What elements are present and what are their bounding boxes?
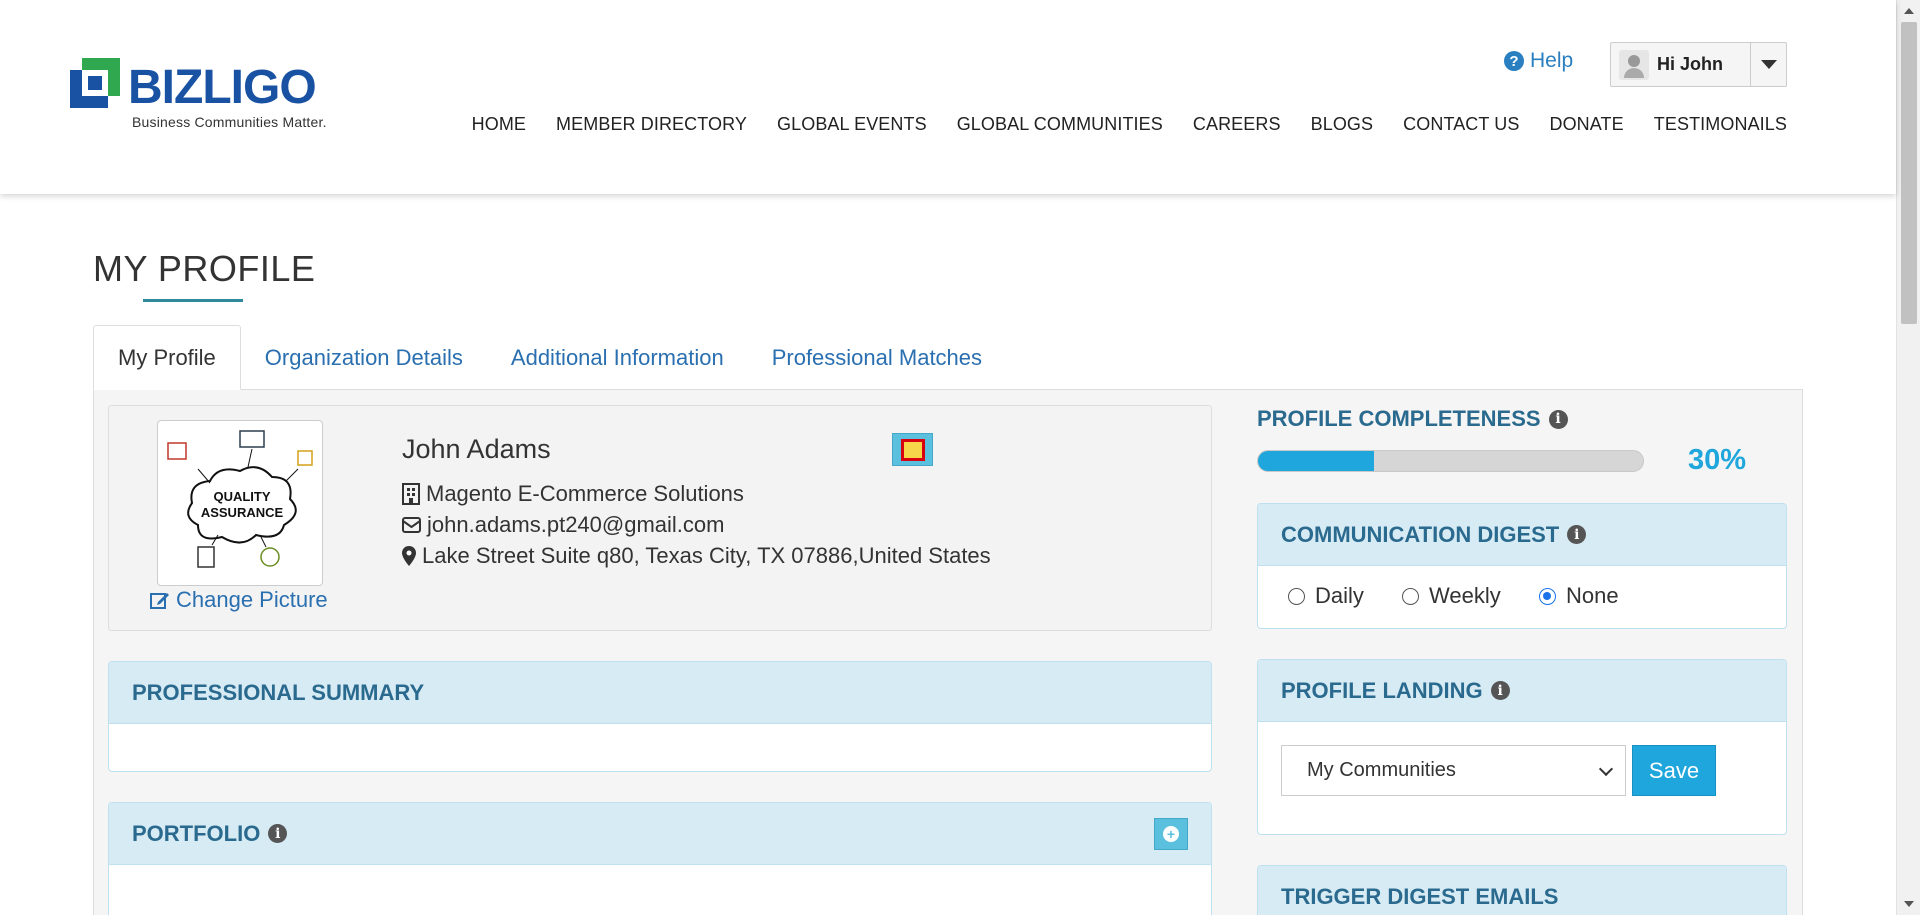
tab-my-profile[interactable]: My Profile <box>93 325 241 390</box>
digest-option-label: Daily <box>1315 583 1364 608</box>
picture-text-1: QUALITY <box>213 489 270 504</box>
radio-none[interactable] <box>1539 587 1556 605</box>
caret-down-icon <box>1760 60 1777 69</box>
nav-blogs[interactable]: BLOGS <box>1311 114 1374 135</box>
nav-contact-us[interactable]: CONTACT US <box>1403 114 1519 135</box>
edit-profile-button[interactable] <box>892 433 933 466</box>
nav-donate[interactable]: DONATE <box>1549 114 1623 135</box>
profile-landing-title: PROFILE LANDING <box>1281 677 1483 703</box>
nav-global-communities[interactable]: GLOBAL COMMUNITIES <box>957 114 1163 135</box>
site-header: BIZLIGO Business Communities Matter. ? H… <box>0 0 1896 194</box>
tab-organization-details[interactable]: Organization Details <box>241 325 487 390</box>
user-avatar <box>1619 49 1649 80</box>
user-menu-toggle[interactable] <box>1750 43 1786 86</box>
portfolio-heading: PORTFOLIO i <box>109 803 1211 865</box>
profile-completeness-heading: PROFILE COMPLETENESS i <box>1257 406 1568 432</box>
profile-landing-select[interactable]: My Communities <box>1281 745 1626 796</box>
trigger-digest-panel: TRIGGER DIGEST EMAILS <box>1257 865 1787 915</box>
professional-summary-title: PROFESSIONAL SUMMARY <box>132 679 425 705</box>
logo-mark-icon <box>70 58 120 108</box>
communication-digest-panel: COMMUNICATION DIGEST i <box>1257 503 1787 629</box>
nav-global-events[interactable]: GLOBAL EVENTS <box>777 114 927 135</box>
profile-completeness-value: 30% <box>1688 444 1747 476</box>
profile-picture-image: QUALITY ASSURANCE <box>167 430 313 568</box>
nav-member-directory[interactable]: MEMBER DIRECTORY <box>556 114 747 135</box>
tab-professional-matches[interactable]: Professional Matches <box>748 325 1006 390</box>
title-underline <box>143 299 243 302</box>
tab-additional-information[interactable]: Additional Information <box>487 325 748 390</box>
logo-tagline: Business Communities Matter. <box>132 114 327 130</box>
chevron-down-icon <box>1598 761 1614 777</box>
info-icon[interactable]: i <box>268 824 288 843</box>
nav-careers[interactable]: CAREERS <box>1193 114 1281 135</box>
trigger-digest-title: TRIGGER DIGEST EMAILS <box>1281 883 1559 909</box>
map-marker-icon <box>402 546 416 566</box>
help-label: Help <box>1530 49 1574 72</box>
question-circle-icon: ? <box>1504 51 1524 71</box>
info-icon[interactable]: i <box>1567 525 1587 544</box>
main-nav: HOME MEMBER DIRECTORY GLOBAL EVENTS GLOB… <box>442 114 1787 135</box>
digest-option-daily[interactable]: Daily <box>1288 583 1364 609</box>
digest-option-label: None <box>1566 583 1619 608</box>
professional-summary-panel: PROFESSIONAL SUMMARY <box>108 661 1212 772</box>
scroll-down-icon[interactable] <box>1904 901 1914 907</box>
communication-digest-title: COMMUNICATION DIGEST <box>1281 521 1560 547</box>
communication-digest-heading: COMMUNICATION DIGEST i <box>1258 504 1786 566</box>
profile-tabs: My Profile Organization Details Addition… <box>93 325 1006 390</box>
profile-completeness-label: PROFILE COMPLETENESS <box>1257 406 1541 431</box>
profile-name: John Adams <box>402 434 551 464</box>
radio-weekly[interactable] <box>1402 587 1419 605</box>
change-picture-label: Change Picture <box>176 587 328 612</box>
profile-company-row: Magento E-Commerce Solutions <box>402 481 744 507</box>
logo-wordmark: BIZLIGO <box>128 61 317 114</box>
radio-daily[interactable] <box>1288 587 1305 605</box>
user-menu[interactable]: Hi John <box>1610 42 1787 87</box>
user-menu-button[interactable]: Hi John <box>1611 43 1750 86</box>
profile-completeness-bar <box>1257 450 1644 472</box>
nav-home[interactable]: HOME <box>472 114 526 135</box>
info-icon[interactable]: i <box>1548 409 1568 429</box>
add-portfolio-button[interactable]: + <box>1154 818 1188 850</box>
trigger-digest-heading: TRIGGER DIGEST EMAILS <box>1258 866 1786 915</box>
profile-landing-heading: PROFILE LANDING i <box>1258 660 1786 722</box>
professional-summary-heading: PROFESSIONAL SUMMARY <box>109 662 1211 724</box>
profile-landing-value: My Communities <box>1307 759 1456 781</box>
portfolio-title: PORTFOLIO <box>132 820 261 846</box>
user-greeting: Hi John <box>1657 54 1723 74</box>
digest-option-label: Weekly <box>1429 583 1501 608</box>
page-title: MY PROFILE <box>93 248 316 289</box>
profile-picture[interactable]: QUALITY ASSURANCE <box>157 420 323 586</box>
picture-text-2: ASSURANCE <box>201 505 284 520</box>
profile-company: Magento E-Commerce Solutions <box>426 481 744 506</box>
scroll-thumb[interactable] <box>1901 22 1917 324</box>
edit-square-icon <box>150 593 169 609</box>
nav-testimonials[interactable]: TESTIMONAILS <box>1654 114 1787 135</box>
change-picture-link[interactable]: Change Picture <box>150 587 328 613</box>
portfolio-panel: PORTFOLIO i <box>108 802 1212 915</box>
digest-option-weekly[interactable]: Weekly <box>1402 583 1501 609</box>
profile-email: john.adams.pt240@gmail.com <box>427 512 725 537</box>
plus-circle-icon: + <box>1163 826 1179 842</box>
digest-option-none[interactable]: None <box>1539 583 1619 609</box>
profile-address: Lake Street Suite q80, Texas City, TX 07… <box>422 543 991 568</box>
building-icon <box>402 483 420 505</box>
info-icon[interactable]: i <box>1490 681 1510 700</box>
scroll-up-icon[interactable] <box>1904 8 1914 14</box>
profile-email-row: john.adams.pt240@gmail.com <box>402 512 724 538</box>
edit-icon <box>900 438 925 461</box>
profile-address-row: Lake Street Suite q80, Texas City, TX 07… <box>402 543 991 569</box>
envelope-icon <box>402 517 421 533</box>
save-button[interactable]: Save <box>1632 745 1716 796</box>
profile-completeness-fill <box>1258 451 1374 471</box>
page-scrollbar[interactable] <box>1896 0 1920 915</box>
bizligo-logo[interactable]: BIZLIGO Business Communities Matter. <box>70 56 340 136</box>
help-link[interactable]: ? Help <box>1504 49 1573 73</box>
